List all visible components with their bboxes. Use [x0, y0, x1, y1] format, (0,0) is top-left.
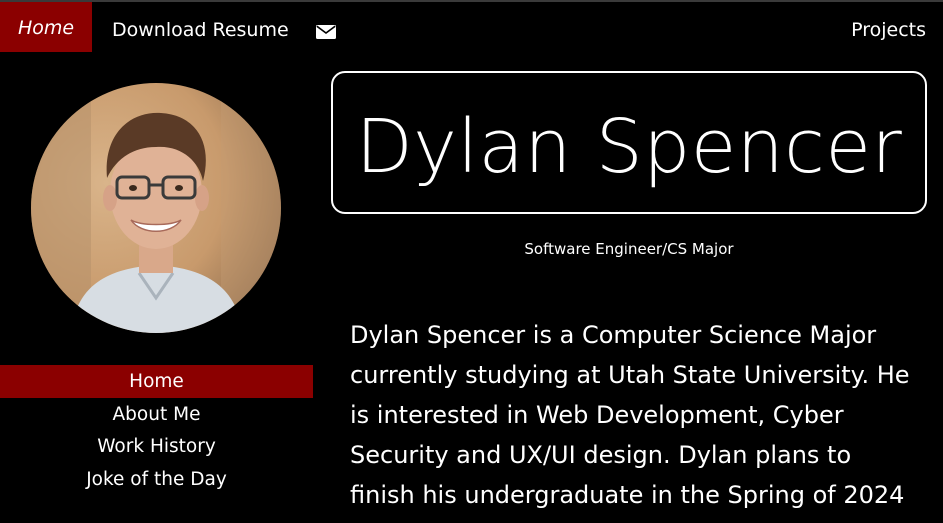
sidebar-item-work-history[interactable]: Work History: [0, 430, 313, 463]
sidebar-menu: Home About Me Work History Joke of the D…: [0, 365, 313, 495]
sidebar-item-home[interactable]: Home: [0, 365, 313, 398]
profile-photo: [31, 83, 281, 333]
page-title: Dylan Spencer: [355, 104, 903, 190]
top-nav-bar: Home Download Resume Projects: [0, 0, 943, 52]
nav-download-resume-link[interactable]: Download Resume: [112, 4, 289, 52]
page-subtitle: Software Engineer/CS Major: [524, 240, 734, 258]
envelope-icon[interactable]: [316, 22, 336, 39]
sidebar-item-joke-of-the-day[interactable]: Joke of the Day: [0, 463, 313, 496]
sidebar-item-about-me[interactable]: About Me: [0, 398, 313, 431]
nav-home-link[interactable]: Home: [0, 2, 92, 52]
name-banner: Dylan Spencer: [331, 71, 927, 214]
nav-projects-link[interactable]: Projects: [851, 4, 926, 52]
bio-paragraph: Dylan Spencer is a Computer Science Majo…: [350, 321, 910, 509]
